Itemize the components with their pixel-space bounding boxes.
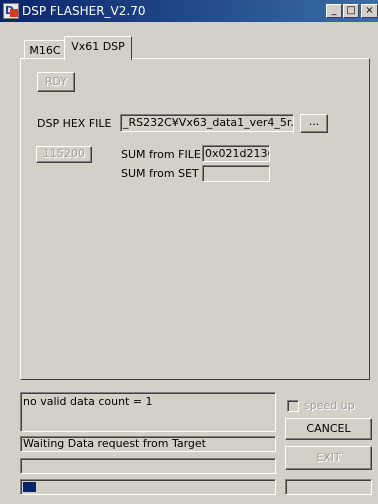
- progress-bar: [20, 479, 276, 495]
- close-button[interactable]: ×: [361, 4, 378, 18]
- app-icon[interactable]: D: [3, 3, 19, 19]
- cancel-button[interactable]: CANCEL: [285, 418, 372, 440]
- sum-file-field[interactable]: 0x021d2136: [202, 145, 270, 162]
- hex-file-label: DSP HEX FILE: [37, 117, 112, 130]
- log-text: no valid data count = 1: [23, 395, 153, 408]
- tab-vx61-dsp[interactable]: Vx61 DSP: [64, 36, 132, 60]
- sum-set-field[interactable]: [202, 165, 270, 182]
- browse-button[interactable]: ...: [300, 114, 328, 133]
- exit-button: EXIT: [285, 446, 372, 470]
- hex-file-field[interactable]: _RS232C¥Vx63_data1_ver4_5r.hex: [120, 114, 294, 132]
- speed-up-checkbox[interactable]: [287, 400, 299, 412]
- log-box: no valid data count = 1: [20, 392, 276, 432]
- secondary-progress-box: [285, 479, 372, 495]
- speed-up-label: speed up: [304, 399, 355, 412]
- tab-m16c[interactable]: M16C: [24, 40, 66, 60]
- tab-panel: [20, 58, 370, 380]
- status-field: Waiting Data request from Target: [20, 436, 276, 452]
- progress-fill: [23, 482, 36, 492]
- maximize-button[interactable]: □: [343, 4, 359, 18]
- minimize-button[interactable]: _: [326, 4, 342, 18]
- status2-field: [20, 458, 276, 474]
- sum-set-label: SUM from SET: [121, 167, 199, 180]
- rdy-indicator: RDY: [37, 72, 75, 92]
- window-title: DSP FLASHER_V2.70: [22, 4, 146, 18]
- title-bar[interactable]: D DSP FLASHER_V2.70 _ □ ×: [0, 0, 378, 22]
- sum-file-label: SUM from FILE: [121, 148, 201, 161]
- baud-rate-button: 115200: [36, 146, 92, 163]
